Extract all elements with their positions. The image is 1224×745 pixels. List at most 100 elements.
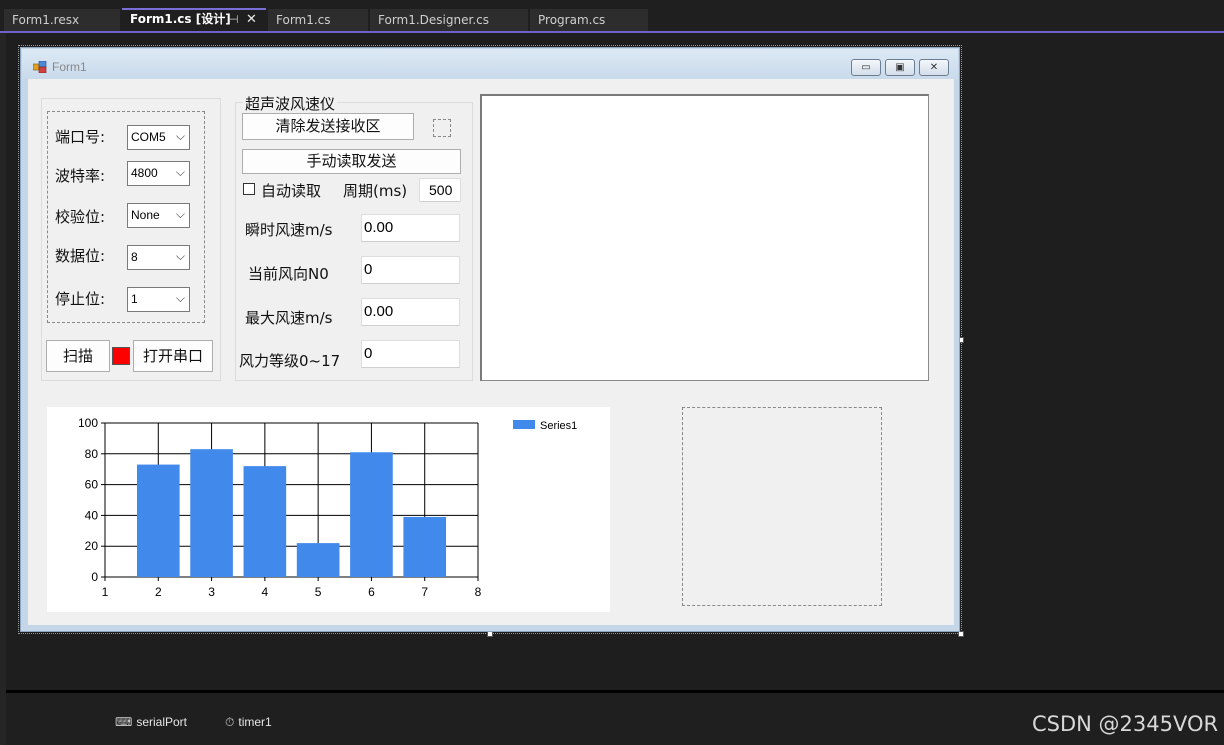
speed-label: 瞬时风速m/s	[245, 221, 333, 239]
y-tick-label: 0	[91, 570, 98, 584]
chevron-down-icon: ⌵	[175, 165, 185, 179]
parity-combobox[interactable]: None ⌵	[127, 203, 190, 228]
stopbits-combobox[interactable]: 1 ⌵	[127, 287, 190, 312]
x-tick-label: 5	[315, 585, 322, 599]
tab-program-cs[interactable]: Program.cs	[530, 9, 648, 31]
minimize-icon: ▭	[861, 62, 871, 73]
tab-form1-resx[interactable]: Form1.resx	[4, 9, 120, 31]
tray-item-label: serialPort	[136, 715, 188, 729]
period-input[interactable]: 500	[419, 178, 461, 202]
close-icon: ✕	[929, 62, 939, 73]
port-combobox[interactable]: COM5 ⌵	[127, 125, 190, 150]
serial-port-icon: ⌨	[115, 715, 133, 729]
speed-input[interactable]: 0.00	[361, 214, 460, 242]
auto-read-checkbox[interactable]	[243, 183, 255, 195]
baud-value: 4800	[131, 166, 158, 180]
open-port-button[interactable]: 打开串口	[133, 340, 213, 372]
direction-input[interactable]: 0	[361, 256, 460, 284]
auto-read-label: 自动读取	[261, 182, 322, 200]
manual-read-button-label: 手动读取发送	[306, 152, 397, 170]
form-window[interactable]: Form1 ▭ ▣ ✕ 端口号: COM5 ⌵ 波特率: 4800 ⌵ 校验位:…	[20, 47, 960, 632]
x-tick-label: 4	[262, 585, 269, 599]
tab-form1-designer-cs[interactable]: Form1.Designer.cs	[370, 9, 528, 31]
x-tick-label: 8	[475, 585, 482, 599]
legend-swatch	[513, 420, 535, 429]
direction-value: 0	[364, 261, 373, 278]
period-label: 周期(ms)	[343, 182, 408, 200]
legend-label: Series1	[540, 420, 577, 432]
bar-chart: 0 20 40 60 80 100 1 2 3 4 5 6 7 8 Series1	[78, 416, 577, 599]
port-label: 端口号:	[55, 128, 106, 146]
parity-value: None	[131, 208, 160, 222]
tab-form1-cs-design[interactable]: Form1.cs [设计] ⊣ ✕	[122, 8, 266, 31]
tray-item-serial-port[interactable]: ⌨ serialPort	[115, 715, 187, 729]
stopbits-value: 1	[131, 292, 138, 306]
empty-placeholder-control	[433, 119, 451, 137]
scan-button[interactable]: 扫描	[46, 340, 110, 372]
x-tick-label: 2	[155, 585, 162, 599]
form-title: Form1	[52, 60, 87, 74]
minimize-button[interactable]: ▭	[851, 59, 881, 76]
tab-form1-cs[interactable]: Form1.cs	[268, 9, 368, 31]
form-close-button[interactable]: ✕	[919, 59, 949, 76]
clear-buffer-button-label: 清除发送接收区	[275, 117, 381, 135]
tab-label: Program.cs	[538, 13, 606, 27]
clear-buffer-button[interactable]: 清除发送接收区	[242, 113, 414, 140]
chart-bar	[350, 452, 393, 577]
max-speed-value: 0.00	[364, 303, 394, 320]
x-tick-label: 1	[102, 585, 109, 599]
close-icon[interactable]: ✕	[246, 10, 257, 29]
max-speed-input[interactable]: 0.00	[361, 298, 460, 326]
tab-label: Form1.cs [设计]	[130, 12, 231, 26]
tab-label: Form1.Designer.cs	[378, 13, 489, 27]
parity-label: 校验位:	[55, 208, 106, 226]
wind-level-value: 0	[364, 345, 373, 362]
tray-item-label: timer1	[238, 715, 272, 729]
document-tab-strip: Form1.resx Form1.cs [设计] ⊣ ✕ Form1.cs Fo…	[0, 0, 1224, 31]
databits-label: 数据位:	[55, 247, 106, 265]
chart-bar	[190, 449, 233, 577]
direction-label: 当前风向N0	[248, 265, 329, 283]
y-tick-label: 100	[78, 416, 98, 430]
form-icon	[33, 61, 47, 73]
receive-textbox[interactable]	[480, 94, 929, 381]
speed-value: 0.00	[364, 219, 394, 236]
baud-combobox[interactable]: 4800 ⌵	[127, 161, 190, 186]
period-value: 500	[429, 182, 453, 198]
x-tick-label: 3	[208, 585, 215, 599]
port-status-indicator	[112, 347, 130, 365]
wind-level-input[interactable]: 0	[361, 340, 460, 368]
form-titlebar: Form1 ▭ ▣ ✕	[22, 49, 958, 79]
databits-combobox[interactable]: 8 ⌵	[127, 245, 190, 270]
databits-value: 8	[131, 250, 138, 264]
baud-label: 波特率:	[55, 167, 106, 185]
chart-bar	[243, 466, 287, 577]
chart-bar	[296, 543, 340, 577]
tab-label: Form1.resx	[12, 13, 80, 27]
tray-item-timer[interactable]: ⏱ timer1	[225, 715, 272, 730]
y-tick-label: 80	[85, 447, 99, 461]
y-tick-label: 60	[85, 478, 99, 492]
max-speed-label: 最大风速m/s	[245, 309, 333, 327]
open-port-button-label: 打开串口	[142, 347, 203, 365]
chevron-down-icon: ⌵	[175, 129, 185, 143]
chevron-down-icon: ⌵	[175, 249, 185, 263]
picture-box-placeholder	[682, 407, 882, 606]
maximize-icon: ▣	[895, 62, 905, 73]
stopbits-label: 停止位:	[55, 290, 106, 308]
port-value: COM5	[131, 130, 166, 144]
chart-control[interactable]: 0 20 40 60 80 100 1 2 3 4 5 6 7 8 Series1	[47, 407, 610, 612]
anemometer-group-title: 超声波风速仪	[243, 93, 338, 114]
form-client-area: 端口号: COM5 ⌵ 波特率: 4800 ⌵ 校验位: None ⌵ 数据位:…	[28, 79, 954, 625]
chart-bar	[403, 516, 447, 577]
watermark: CSDN @2345VOR	[1032, 712, 1219, 736]
x-tick-label: 6	[368, 585, 375, 599]
wind-level-label: 风力等级0~17	[239, 352, 341, 370]
maximize-button[interactable]: ▣	[885, 59, 915, 76]
manual-read-button[interactable]: 手动读取发送	[242, 149, 461, 174]
tab-label: Form1.cs	[276, 13, 331, 27]
x-tick-label: 7	[421, 585, 428, 599]
pin-icon[interactable]: ⊣	[229, 10, 239, 29]
y-tick-label: 40	[85, 508, 99, 522]
chevron-down-icon: ⌵	[175, 207, 185, 221]
